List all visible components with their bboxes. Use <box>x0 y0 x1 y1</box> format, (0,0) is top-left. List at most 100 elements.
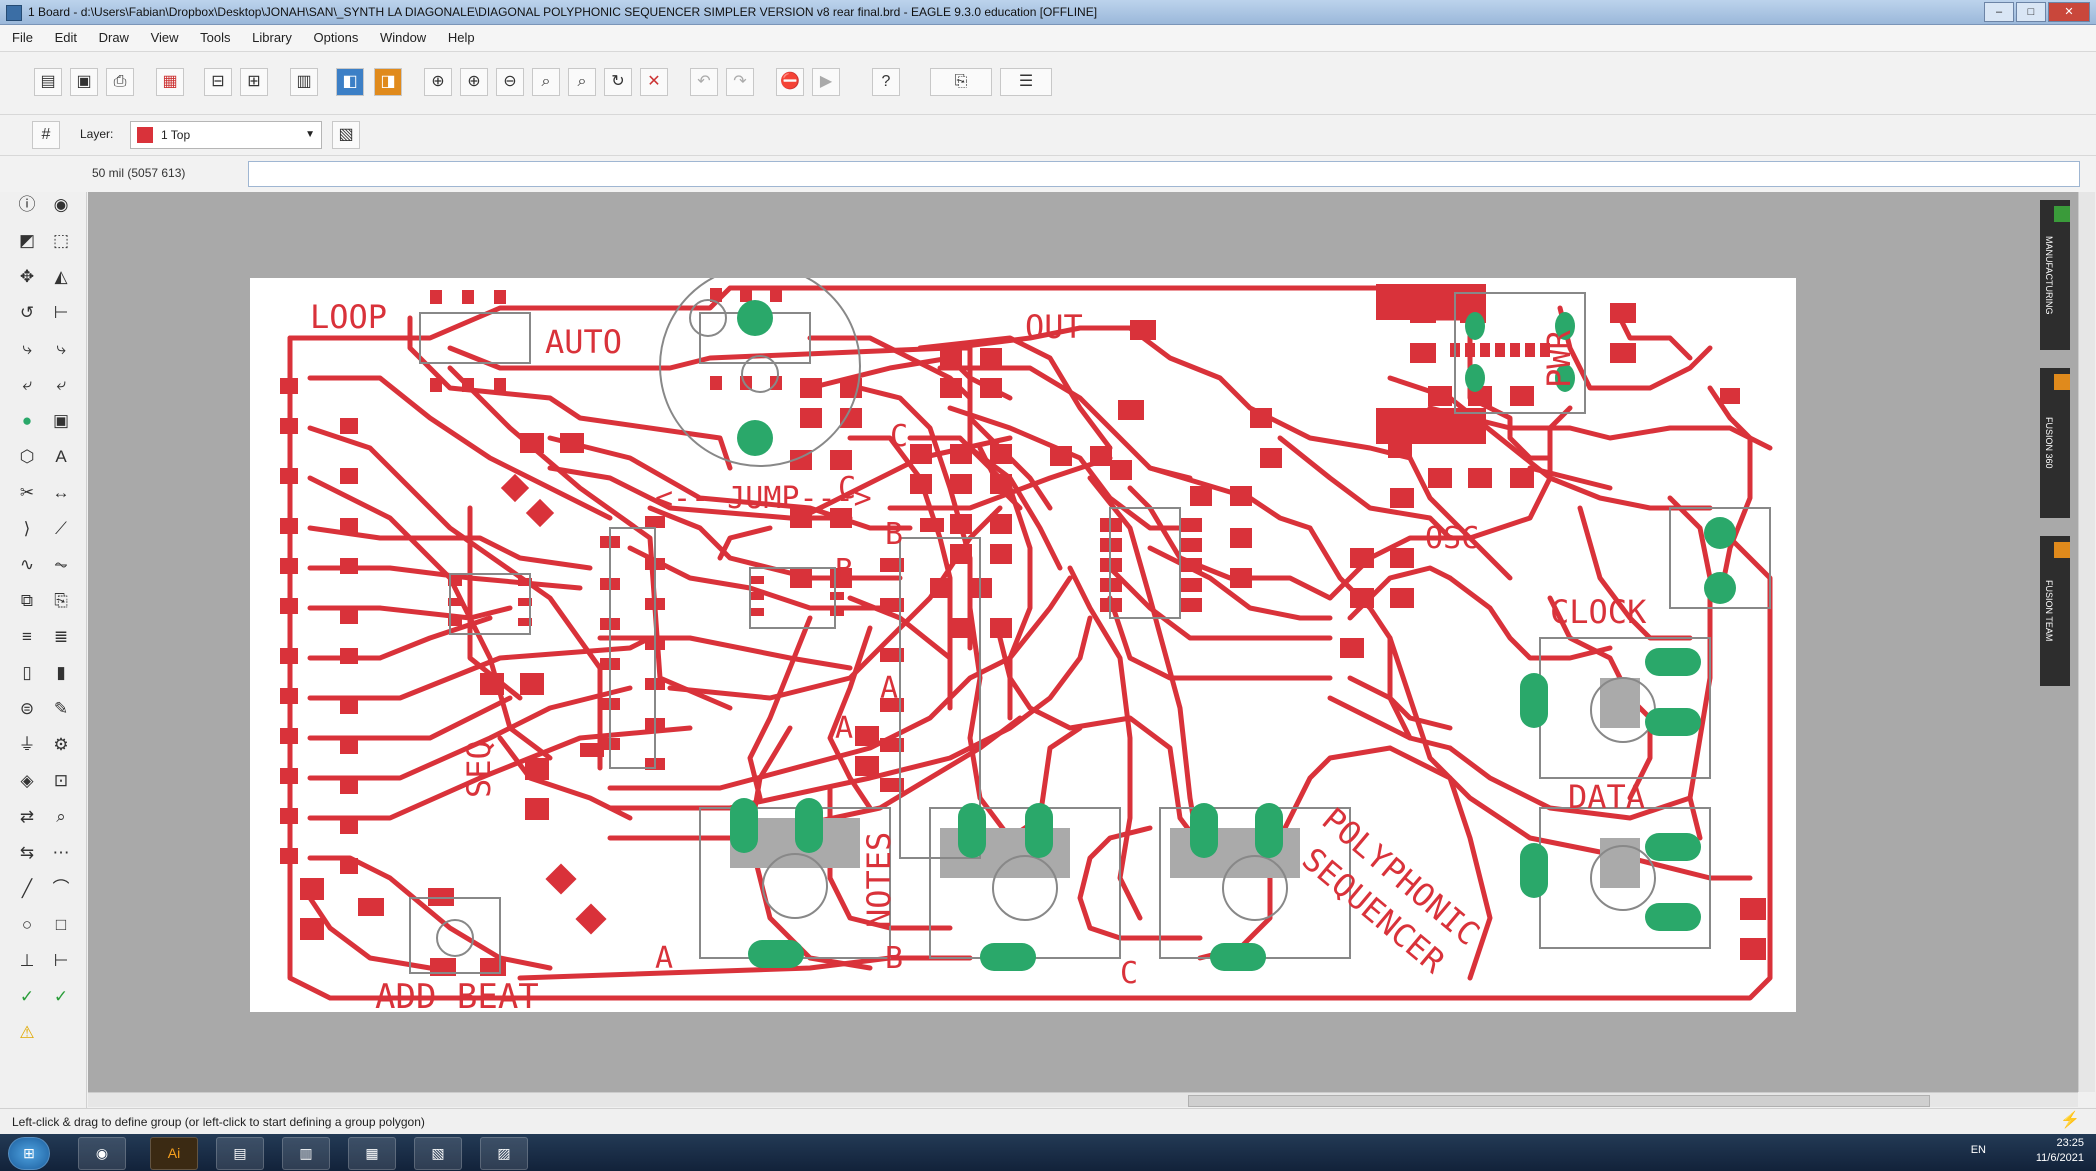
zoom-previous-icon[interactable]: ⌕ <box>568 68 596 96</box>
menu-view[interactable]: View <box>151 30 179 45</box>
fusion-360-panel-tab[interactable]: FUSION 360 <box>2040 368 2070 518</box>
value-icon[interactable]: ≡ <box>14 624 40 650</box>
info-icon[interactable]: ⓘ <box>14 192 40 218</box>
smd-icon[interactable]: ▣ <box>48 408 74 434</box>
manufacturing-panel-tab[interactable]: MANUFACTURING <box>2040 200 2070 350</box>
tray-lang[interactable]: EN <box>1971 1144 1986 1156</box>
line-icon[interactable]: ⟋ <box>48 516 74 542</box>
group-icon[interactable]: ⬚ <box>48 228 74 254</box>
pcb-board[interactable]: LOOP AUTO OUT PWR <---JUMP---> OSC CLOCK… <box>250 278 1796 1012</box>
text-icon[interactable]: A <box>48 444 74 470</box>
warning-icon[interactable]: ⚠ <box>14 1020 40 1046</box>
app-taskbar-icon-2[interactable]: ▦ <box>348 1137 396 1170</box>
meander-icon[interactable]: ⏦ <box>48 552 74 578</box>
explorer-taskbar-icon[interactable]: ▤ <box>216 1137 264 1170</box>
tag-icon[interactable]: ◈ <box>14 768 40 794</box>
app-taskbar-icon-3[interactable]: ▨ <box>480 1137 528 1170</box>
search-icon[interactable]: ⌕ <box>48 804 74 830</box>
layer-visibility-icon[interactable]: ◩ <box>14 228 40 254</box>
erc-icon[interactable]: ✓ <box>14 984 40 1010</box>
layer-settings-icon[interactable]: ▧ <box>332 121 360 149</box>
save-icon[interactable]: ▣ <box>70 68 98 96</box>
swap-icon[interactable]: ⇆ <box>14 840 40 866</box>
via-icon[interactable]: ● <box>14 408 40 434</box>
app-taskbar-icon[interactable]: ▥ <box>282 1137 330 1170</box>
name-icon[interactable]: ≣ <box>48 624 74 650</box>
hole-icon[interactable]: ⊥ <box>14 948 40 974</box>
route-multi-icon[interactable]: ⤷ <box>48 336 74 362</box>
chrome-taskbar-icon[interactable]: ◉ <box>78 1137 126 1170</box>
paste-icon[interactable]: ⎘ <box>48 588 74 614</box>
zoom-out-icon[interactable]: ⊖ <box>496 68 524 96</box>
delete-icon[interactable]: ▯ <box>14 660 40 686</box>
menu-tools[interactable]: Tools <box>200 30 230 45</box>
drc-check-icon[interactable]: ✓ <box>48 984 74 1010</box>
split-icon[interactable]: ✂ <box>14 480 40 506</box>
align-icon[interactable]: ⊢ <box>48 300 74 326</box>
vertical-scrollbar[interactable] <box>2078 192 2095 1092</box>
stop-icon[interactable]: ⛔ <box>776 68 804 96</box>
layer-select[interactable]: 1 Top ▼ <box>130 121 322 149</box>
system-clock[interactable]: 23:25 11/6/2021 <box>2036 1136 2084 1166</box>
menu-library[interactable]: Library <box>252 30 292 45</box>
grid-icon[interactable]: # <box>32 121 60 149</box>
dimension-icon[interactable]: ↔ <box>48 480 74 506</box>
menu-help[interactable]: Help <box>448 30 475 45</box>
attribute-icon[interactable]: ⊜ <box>14 696 40 722</box>
route-icon[interactable]: ⤷ <box>14 336 40 362</box>
script-icon[interactable]: ▥ <box>290 68 318 96</box>
menu-edit[interactable]: Edit <box>55 30 77 45</box>
open-icon[interactable]: ▤ <box>34 68 62 96</box>
polygon-icon[interactable]: ⬡ <box>14 444 40 470</box>
menu-draw[interactable]: Draw <box>99 30 129 45</box>
menu-window[interactable]: Window <box>380 30 426 45</box>
measure-icon[interactable]: ⊢ <box>48 948 74 974</box>
circle-icon[interactable]: ○ <box>14 912 40 938</box>
optimize-icon[interactable]: ∿ <box>14 552 40 578</box>
move-icon[interactable]: ✥ <box>14 264 40 290</box>
filter-icon[interactable]: ⏚ <box>14 732 40 758</box>
redo-icon[interactable]: ↷ <box>726 68 754 96</box>
zoom-fit-icon[interactable]: ⊕ <box>424 68 452 96</box>
zoom-select-icon[interactable]: ⌕ <box>532 68 560 96</box>
fusion-team-panel-tab[interactable]: FUSION TEAM <box>2040 536 2070 686</box>
wrench-icon[interactable]: ✎ <box>48 696 74 722</box>
board-icon[interactable]: ⊞ <box>240 68 268 96</box>
eagle-taskbar-icon[interactable]: ▧ <box>414 1137 462 1170</box>
invoke-icon[interactable]: ⋯ <box>48 840 74 866</box>
go-icon[interactable]: ▶ <box>812 68 840 96</box>
menu-options[interactable]: Options <box>314 30 359 45</box>
start-button[interactable]: ⊞ <box>8 1137 50 1170</box>
schematic-icon[interactable]: ⊟ <box>204 68 232 96</box>
help-icon[interactable]: ? <box>872 68 900 96</box>
horizontal-scrollbar[interactable] <box>88 1092 2078 1107</box>
replace-icon[interactable]: ⇄ <box>14 804 40 830</box>
slice-icon[interactable]: ⤶ <box>48 372 74 398</box>
print-icon[interactable]: ⎙ <box>106 68 134 96</box>
gear-icon[interactable]: ⚙ <box>48 732 74 758</box>
rectangle-icon[interactable]: □ <box>48 912 74 938</box>
design-link-icon[interactable]: ⎘ <box>930 68 992 96</box>
maximize-button[interactable]: □ <box>2016 2 2046 22</box>
illustrator-taskbar-icon[interactable]: Ai <box>150 1137 198 1170</box>
ulp-icon[interactable]: ◧ <box>336 68 364 96</box>
undo-icon[interactable]: ↶ <box>690 68 718 96</box>
minimize-button[interactable]: – <box>1984 2 2014 22</box>
arc-icon[interactable]: ⌒ <box>48 876 74 902</box>
redraw-icon[interactable]: ↻ <box>604 68 632 96</box>
ripup-icon[interactable]: ⤶ <box>14 372 40 398</box>
rotate-icon[interactable]: ↺ <box>14 300 40 326</box>
miter-icon[interactable]: ⟩ <box>14 516 40 542</box>
menu-file[interactable]: File <box>12 30 33 45</box>
close-button[interactable]: ✕ <box>2048 2 2090 22</box>
mirror-icon[interactable]: ◭ <box>48 264 74 290</box>
scr-icon[interactable]: ◨ <box>374 68 402 96</box>
scrollbar-thumb[interactable] <box>1188 1095 1930 1107</box>
cam-processor-icon[interactable]: ▦ <box>156 68 184 96</box>
command-line-input[interactable] <box>248 161 2080 187</box>
drc-icon[interactable]: ☰ <box>1000 68 1052 96</box>
add-icon[interactable]: ▮ <box>48 660 74 686</box>
zoom-in-icon[interactable]: ⊕ <box>460 68 488 96</box>
show-icon[interactable]: ◉ <box>48 192 74 218</box>
copy-icon[interactable]: ⧉ <box>14 588 40 614</box>
